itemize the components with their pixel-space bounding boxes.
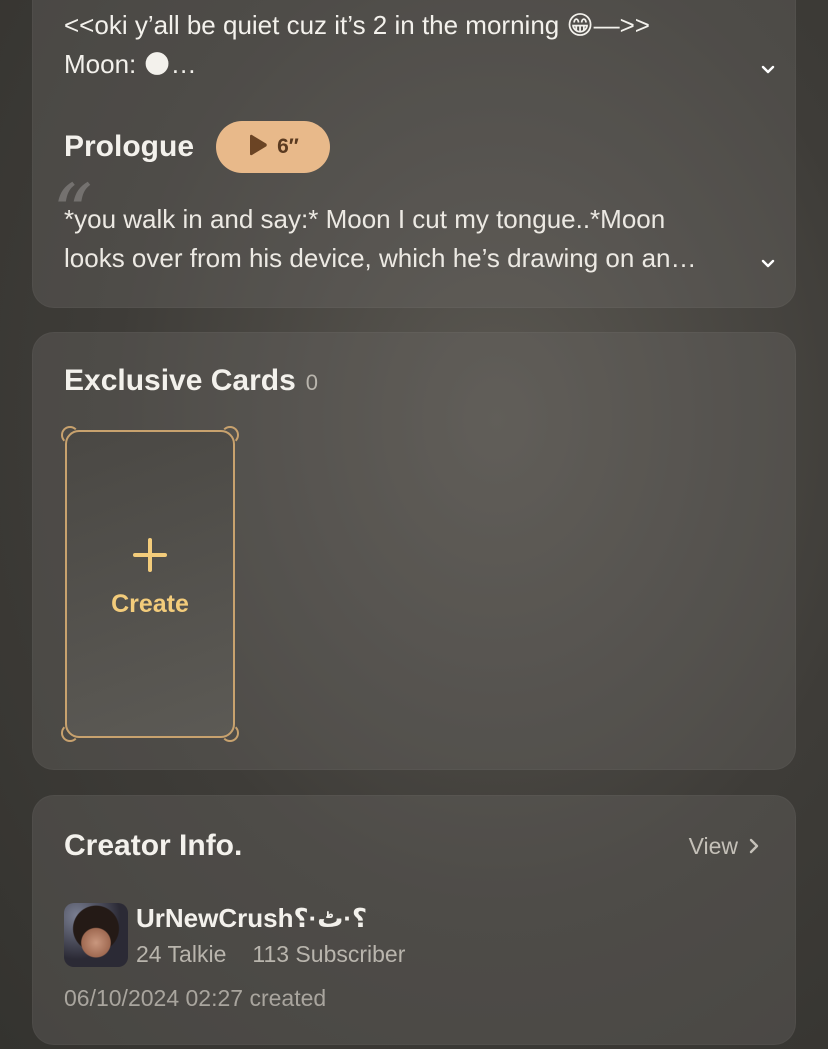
subscriber-count: 113 Subscriber: [252, 941, 406, 967]
created-date: 06/10/2024 02:27 created: [64, 985, 327, 1011]
description-card: <<oki y’all be quiet cuz it’s 2 in the m…: [32, 0, 796, 308]
corner-ornament: [221, 426, 239, 444]
chevron-right-icon: [748, 833, 760, 860]
creator-avatar[interactable]: [64, 903, 128, 967]
chevron-down-icon[interactable]: [760, 62, 776, 78]
chevron-down-icon[interactable]: [760, 256, 776, 272]
creator-stats: 24 Talkie 113 Subscriber: [136, 941, 405, 968]
exclusive-cards-title: Exclusive Cards: [64, 364, 296, 397]
audio-duration: 6″: [277, 135, 299, 158]
corner-ornament: [61, 426, 79, 444]
talkie-count: 24 Talkie: [136, 941, 227, 967]
prologue-title: Prologue: [64, 130, 195, 163]
play-wave-icon: [247, 134, 269, 161]
creator-info-section: Creator Info. View UrNewCrush؟·ٹ·؟ 24 Ta…: [32, 795, 796, 1045]
intro-text[interactable]: <<oki y’all be quiet cuz it’s 2 in the m…: [64, 6, 744, 84]
prologue-text[interactable]: *you walk in and say:* Moon I cut my ton…: [64, 200, 754, 278]
plus-icon: [133, 538, 167, 572]
exclusive-cards-header: Exclusive Cards 0: [64, 364, 318, 398]
intro-text-line-1: <<oki y’all be quiet cuz it’s 2 in the m…: [64, 10, 650, 40]
create-card-button[interactable]: Create: [61, 426, 239, 742]
view-creator-button[interactable]: View: [689, 833, 760, 860]
intro-text-line-2: Moon: 🌑…: [64, 49, 197, 79]
create-label: Create: [111, 590, 189, 618]
exclusive-cards-count: 0: [305, 370, 319, 395]
corner-ornament: [61, 724, 79, 742]
creator-info-title: Creator Info.: [64, 829, 243, 862]
creator-name[interactable]: UrNewCrush؟·ٹ·؟: [136, 903, 367, 934]
prologue-audio-button[interactable]: 6″: [216, 121, 330, 173]
exclusive-cards-section: Exclusive Cards 0 Create: [32, 332, 796, 770]
corner-ornament: [221, 724, 239, 742]
view-label: View: [688, 833, 738, 859]
prologue-text-line-1: *you walk in and say:* Moon I cut my ton…: [64, 204, 666, 234]
prologue-text-line-2: looks over from his device, which he’s d…: [64, 243, 697, 273]
